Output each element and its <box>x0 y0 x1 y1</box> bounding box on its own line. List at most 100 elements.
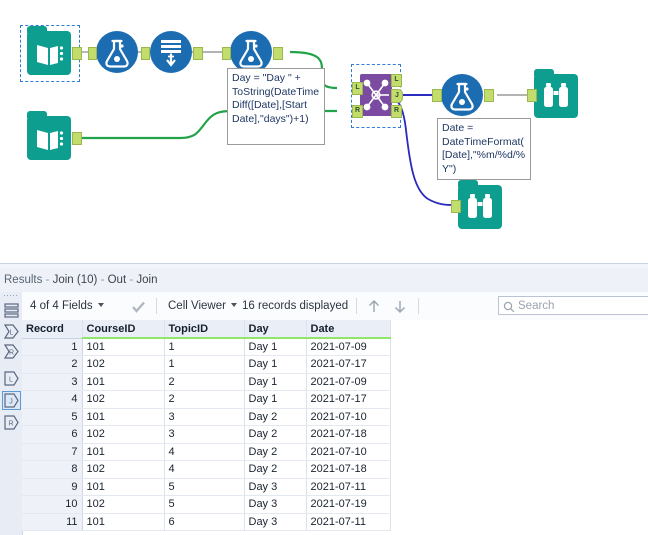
cell-date[interactable]: 2021-07-11 <box>306 478 391 496</box>
cell-topicid[interactable]: 5 <box>164 495 245 514</box>
table-row[interactable]: 6 102 3 Day 2 2021-07-18 <box>22 425 391 444</box>
tool-formula-1[interactable] <box>96 31 138 73</box>
anchor-formula-2-out[interactable] <box>273 47 283 60</box>
anchor-input-data-1-out[interactable] <box>72 47 82 60</box>
anchor-join-1-in-r[interactable]: R <box>352 105 363 118</box>
table-row[interactable]: 5 101 3 Day 2 2021-07-10 <box>22 408 391 426</box>
cell-topicid[interactable]: 4 <box>164 443 245 461</box>
cell-record[interactable]: 6 <box>22 425 83 444</box>
cell-topicid[interactable]: 1 <box>164 338 245 356</box>
cell-record[interactable]: 11 <box>22 513 83 531</box>
cell-topicid[interactable]: 2 <box>164 373 245 391</box>
cell-day[interactable]: Day 1 <box>244 373 307 391</box>
cell-day[interactable]: Day 2 <box>244 425 307 444</box>
anchor-formula-3-out[interactable] <box>484 89 494 102</box>
cell-date[interactable]: 2021-07-17 <box>306 355 391 374</box>
cell-courseid[interactable]: 101 <box>82 338 165 356</box>
cell-date[interactable]: 2021-07-19 <box>306 495 391 514</box>
column-header-day[interactable]: Day <box>244 320 307 339</box>
cell-day[interactable]: Day 2 <box>244 443 307 461</box>
cell-date[interactable]: 2021-07-10 <box>306 443 391 461</box>
scroll-up-button[interactable] <box>367 299 381 314</box>
anchor-browse-2-in[interactable] <box>451 200 461 213</box>
cell-courseid[interactable]: 102 <box>82 460 165 479</box>
cell-record[interactable]: 4 <box>22 390 83 409</box>
anchor-generate-rows-1-in[interactable] <box>141 47 150 60</box>
cell-date[interactable]: 2021-07-09 <box>306 373 391 391</box>
workflow-canvas[interactable]: Day = "Day " + ToString(DateTimeDiff([Da… <box>0 0 648 263</box>
rail-output-anchor-r[interactable]: R <box>3 414 20 431</box>
table-row[interactable]: 2 102 1 Day 1 2021-07-17 <box>22 355 391 374</box>
anchor-formula-2-in[interactable] <box>222 47 231 60</box>
cell-topicid[interactable]: 4 <box>164 460 245 479</box>
anchor-formula-3-in[interactable] <box>432 89 442 102</box>
cell-record[interactable]: 8 <box>22 460 83 479</box>
cell-topicid[interactable]: 6 <box>164 513 245 531</box>
cell-record[interactable]: 10 <box>22 495 83 514</box>
anchor-join-1-in-l[interactable]: L <box>352 82 363 95</box>
table-row[interactable]: 4 102 2 Day 1 2021-07-17 <box>22 390 391 409</box>
tool-join-1[interactable] <box>360 74 392 116</box>
cell-record[interactable]: 9 <box>22 478 83 496</box>
tool-input-data-2[interactable] <box>27 111 71 160</box>
anchor-join-1-out-l[interactable]: L <box>391 74 402 87</box>
tool-browse-1[interactable] <box>534 69 578 118</box>
cell-courseid[interactable]: 101 <box>82 513 165 531</box>
column-header-record[interactable]: Record <box>22 320 83 339</box>
table-row[interactable]: 8 102 4 Day 2 2021-07-18 <box>22 460 391 479</box>
tool-generate-rows-1[interactable] <box>150 31 192 73</box>
cell-record[interactable]: 3 <box>22 373 83 391</box>
cell-day[interactable]: Day 2 <box>244 408 307 426</box>
cell-courseid[interactable]: 102 <box>82 390 165 409</box>
cell-record[interactable]: 2 <box>22 355 83 374</box>
cell-record[interactable]: 7 <box>22 443 83 461</box>
cell-date[interactable]: 2021-07-09 <box>306 338 391 356</box>
cell-topicid[interactable]: 1 <box>164 355 245 374</box>
rail-input-anchor-l[interactable]: L <box>3 323 20 340</box>
cell-courseid[interactable]: 102 <box>82 495 165 514</box>
cell-courseid[interactable]: 101 <box>82 373 165 391</box>
results-grid[interactable]: Record CourseID TopicID Day Date 1 101 1 Da… <box>22 320 391 531</box>
table-row[interactable]: 1 101 1 Day 1 2021-07-09 <box>22 338 391 356</box>
cell-day[interactable]: Day 1 <box>244 390 307 409</box>
anchor-join-1-out-r[interactable]: R <box>391 105 402 118</box>
rail-grid-layers-icon[interactable] <box>3 302 20 319</box>
cell-record[interactable]: 1 <box>22 338 83 356</box>
anchor-browse-1-in[interactable] <box>527 89 537 102</box>
field-check-button[interactable] <box>132 300 145 313</box>
column-header-courseid[interactable]: CourseID <box>82 320 165 339</box>
cell-record[interactable]: 5 <box>22 408 83 426</box>
cell-day[interactable]: Day 3 <box>244 495 307 514</box>
cell-courseid[interactable]: 101 <box>82 443 165 461</box>
rail-output-anchor-l[interactable]: L <box>3 370 20 387</box>
cell-day[interactable]: Day 1 <box>244 338 307 356</box>
viewer-selector[interactable]: Cell Viewer <box>168 292 237 320</box>
cell-topicid[interactable]: 3 <box>164 408 245 426</box>
cell-courseid[interactable]: 102 <box>82 425 165 444</box>
anchor-formula-1-in[interactable] <box>88 47 97 60</box>
scroll-down-button[interactable] <box>393 299 407 314</box>
table-row[interactable]: 7 101 4 Day 2 2021-07-10 <box>22 443 391 461</box>
search-input[interactable]: Search <box>498 296 648 315</box>
cell-date[interactable]: 2021-07-11 <box>306 513 391 531</box>
column-header-topicid[interactable]: TopicID <box>164 320 245 339</box>
column-header-date[interactable]: Date <box>306 320 391 339</box>
rail-input-anchor-r[interactable]: R <box>3 343 20 360</box>
cell-topicid[interactable]: 5 <box>164 478 245 496</box>
cell-date[interactable]: 2021-07-18 <box>306 460 391 479</box>
table-row[interactable]: 11 101 6 Day 3 2021-07-11 <box>22 513 391 531</box>
tool-formula-2[interactable] <box>230 31 272 73</box>
table-row[interactable]: 10 102 5 Day 3 2021-07-19 <box>22 495 391 514</box>
tool-formula-3[interactable] <box>441 74 483 116</box>
anchor-join-1-out-j[interactable]: J <box>391 89 403 103</box>
cell-courseid[interactable]: 102 <box>82 355 165 374</box>
cell-courseid[interactable]: 101 <box>82 478 165 496</box>
cell-courseid[interactable]: 101 <box>82 408 165 426</box>
cell-topicid[interactable]: 2 <box>164 390 245 409</box>
cell-day[interactable]: Day 2 <box>244 460 307 479</box>
tool-browse-2[interactable] <box>458 180 502 229</box>
cell-day[interactable]: Day 1 <box>244 355 307 374</box>
cell-date[interactable]: 2021-07-10 <box>306 408 391 426</box>
anchor-generate-rows-1-out[interactable] <box>193 47 203 60</box>
cell-date[interactable]: 2021-07-18 <box>306 425 391 444</box>
